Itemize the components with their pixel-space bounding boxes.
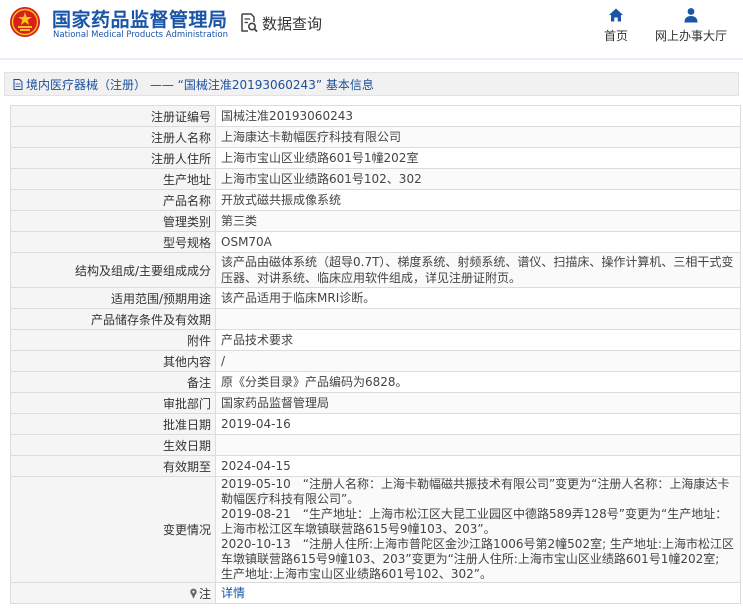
table-row: 有效期至 2024-04-15 bbox=[10, 455, 741, 477]
nav-home-label: 首页 bbox=[603, 29, 628, 43]
breadcrumb: 境内医疗器械（注册） —— “国械注准20193060243” 基本信息 bbox=[4, 72, 739, 96]
table-row: 管理类别 第三类 bbox=[10, 210, 741, 232]
field-label: 审批部门 bbox=[10, 392, 216, 414]
field-label: 备注 bbox=[10, 371, 216, 393]
field-label: 变更情况 bbox=[10, 476, 216, 583]
field-label: 注册人名称 bbox=[10, 126, 216, 148]
breadcrumb-text: 境内医疗器械（注册） —— “国械注准20193060243” 基本信息 bbox=[26, 77, 374, 92]
table-row: 结构及组成/主要组成成分 该产品由磁体系统（超导0.7T）、梯度系统、射频系统、… bbox=[10, 252, 741, 288]
model-value: OSM70A bbox=[215, 231, 741, 253]
note-value-cell: 详情 bbox=[215, 582, 741, 604]
user-icon bbox=[684, 8, 698, 23]
registration-detail-table: 注册证编号 国械注准20193060243 注册人名称 上海康达卡勒幅医疗科技有… bbox=[10, 105, 741, 604]
field-label: 批准日期 bbox=[10, 413, 216, 435]
table-row: 注 详情 bbox=[10, 582, 741, 604]
table-row: 生效日期 bbox=[10, 434, 741, 456]
change-history: 2019-05-10 “注册人名称：上海卡勒幅磁共振技术有限公司”变更为“注册人… bbox=[215, 476, 741, 583]
structure-value: 该产品由磁体系统（超导0.7T）、梯度系统、射频系统、谱仪、扫描床、操作计算机、… bbox=[215, 252, 741, 288]
note-label-cell: 注 bbox=[10, 582, 216, 604]
home-icon bbox=[609, 8, 623, 22]
data-query-title: 数据查询 bbox=[240, 12, 322, 34]
approval-dept-value: 国家药品监督管理局 bbox=[215, 392, 741, 414]
header-divider bbox=[0, 58, 743, 60]
effective-date-value bbox=[215, 434, 741, 456]
field-label: 产品名称 bbox=[10, 189, 216, 211]
document-search-icon bbox=[241, 13, 258, 33]
table-row: 注册人住所 上海市宝山区业绩路601号1幢202室 bbox=[10, 147, 741, 169]
table-row: 注册证编号 国械注准20193060243 bbox=[10, 105, 741, 127]
valid-until-value: 2024-04-15 bbox=[215, 455, 741, 477]
table-row: 适用范围/预期用途 该产品适用于临床MRI诊断。 bbox=[10, 287, 741, 309]
field-label: 结构及组成/主要组成成分 bbox=[10, 252, 216, 288]
attachment-value: 产品技术要求 bbox=[215, 329, 741, 351]
table-row: 备注 原《分类目录》产品编码为6828。 bbox=[10, 371, 741, 393]
field-label: 有效期至 bbox=[10, 455, 216, 477]
field-label: 其他内容 bbox=[10, 350, 216, 372]
field-label: 适用范围/预期用途 bbox=[10, 287, 216, 309]
table-row: 附件 产品技术要求 bbox=[10, 329, 741, 351]
document-icon bbox=[13, 78, 23, 90]
table-row: 其他内容 / bbox=[10, 350, 741, 372]
table-row: 产品名称 开放式磁共振成像系统 bbox=[10, 189, 741, 211]
field-label: 生效日期 bbox=[10, 434, 216, 456]
product-name-value: 开放式磁共振成像系统 bbox=[215, 189, 741, 211]
change-entry: 2019-05-10 “注册人名称：上海卡勒幅磁共振技术有限公司”变更为“注册人… bbox=[221, 477, 730, 506]
field-label: 注册证编号 bbox=[10, 105, 216, 127]
table-row: 批准日期 2019-04-16 bbox=[10, 413, 741, 435]
nav-online-service-hall[interactable]: 网上办事大厅 bbox=[652, 7, 730, 44]
table-row: 审批部门 国家药品监督管理局 bbox=[10, 392, 741, 414]
registrant-value: 上海康达卡勒幅医疗科技有限公司 bbox=[215, 126, 741, 148]
registrant-address-value: 上海市宝山区业绩路601号1幢202室 bbox=[215, 147, 741, 169]
change-entry: 2019-08-21 “生产地址：上海市松江区大昆工业园区中德路589弄128号… bbox=[221, 507, 728, 536]
pin-icon bbox=[190, 588, 197, 599]
change-entry: 2020-10-13 “注册人住所:上海市普陀区金沙江路1006号第2幢502室… bbox=[221, 537, 734, 581]
field-label: 产品储存条件及有效期 bbox=[10, 308, 216, 330]
scope-value: 该产品适用于临床MRI诊断。 bbox=[215, 287, 741, 309]
nav-online-service-hall-label: 网上办事大厅 bbox=[654, 29, 727, 43]
field-label: 注册人住所 bbox=[10, 147, 216, 169]
national-emblem-icon bbox=[10, 7, 40, 37]
field-label: 管理类别 bbox=[10, 210, 216, 232]
other-value: / bbox=[215, 350, 741, 372]
field-label: 附件 bbox=[10, 329, 216, 351]
storage-value bbox=[215, 308, 741, 330]
table-row: 变更情况 2019-05-10 “注册人名称：上海卡勒幅磁共振技术有限公司”变更… bbox=[10, 476, 741, 583]
remark-value: 原《分类目录》产品编码为6828。 bbox=[215, 371, 741, 393]
field-label: 注 bbox=[198, 586, 211, 601]
production-address-value: 上海市宝山区业绩路601号102、302 bbox=[215, 168, 741, 190]
reg-no-value: 国械注准20193060243 bbox=[215, 105, 741, 127]
field-label: 生产地址 bbox=[10, 168, 216, 190]
details-link[interactable]: 详情 bbox=[221, 586, 245, 600]
nav-home[interactable]: 首页 bbox=[598, 7, 634, 44]
approval-date-value: 2019-04-16 bbox=[215, 413, 741, 435]
site-header: 国家药品监督管理局 National Medical Products Admi… bbox=[0, 0, 743, 58]
data-query-label: 数据查询 bbox=[262, 14, 323, 33]
org-name-en: National Medical Products Administration bbox=[53, 30, 228, 40]
table-row: 注册人名称 上海康达卡勒幅医疗科技有限公司 bbox=[10, 126, 741, 148]
field-label: 型号规格 bbox=[10, 231, 216, 253]
category-value: 第三类 bbox=[215, 210, 741, 232]
table-row: 产品储存条件及有效期 bbox=[10, 308, 741, 330]
table-row: 生产地址 上海市宝山区业绩路601号102、302 bbox=[10, 168, 741, 190]
org-name-cn: 国家药品监督管理局 bbox=[52, 9, 228, 31]
table-row: 型号规格 OSM70A bbox=[10, 231, 741, 253]
